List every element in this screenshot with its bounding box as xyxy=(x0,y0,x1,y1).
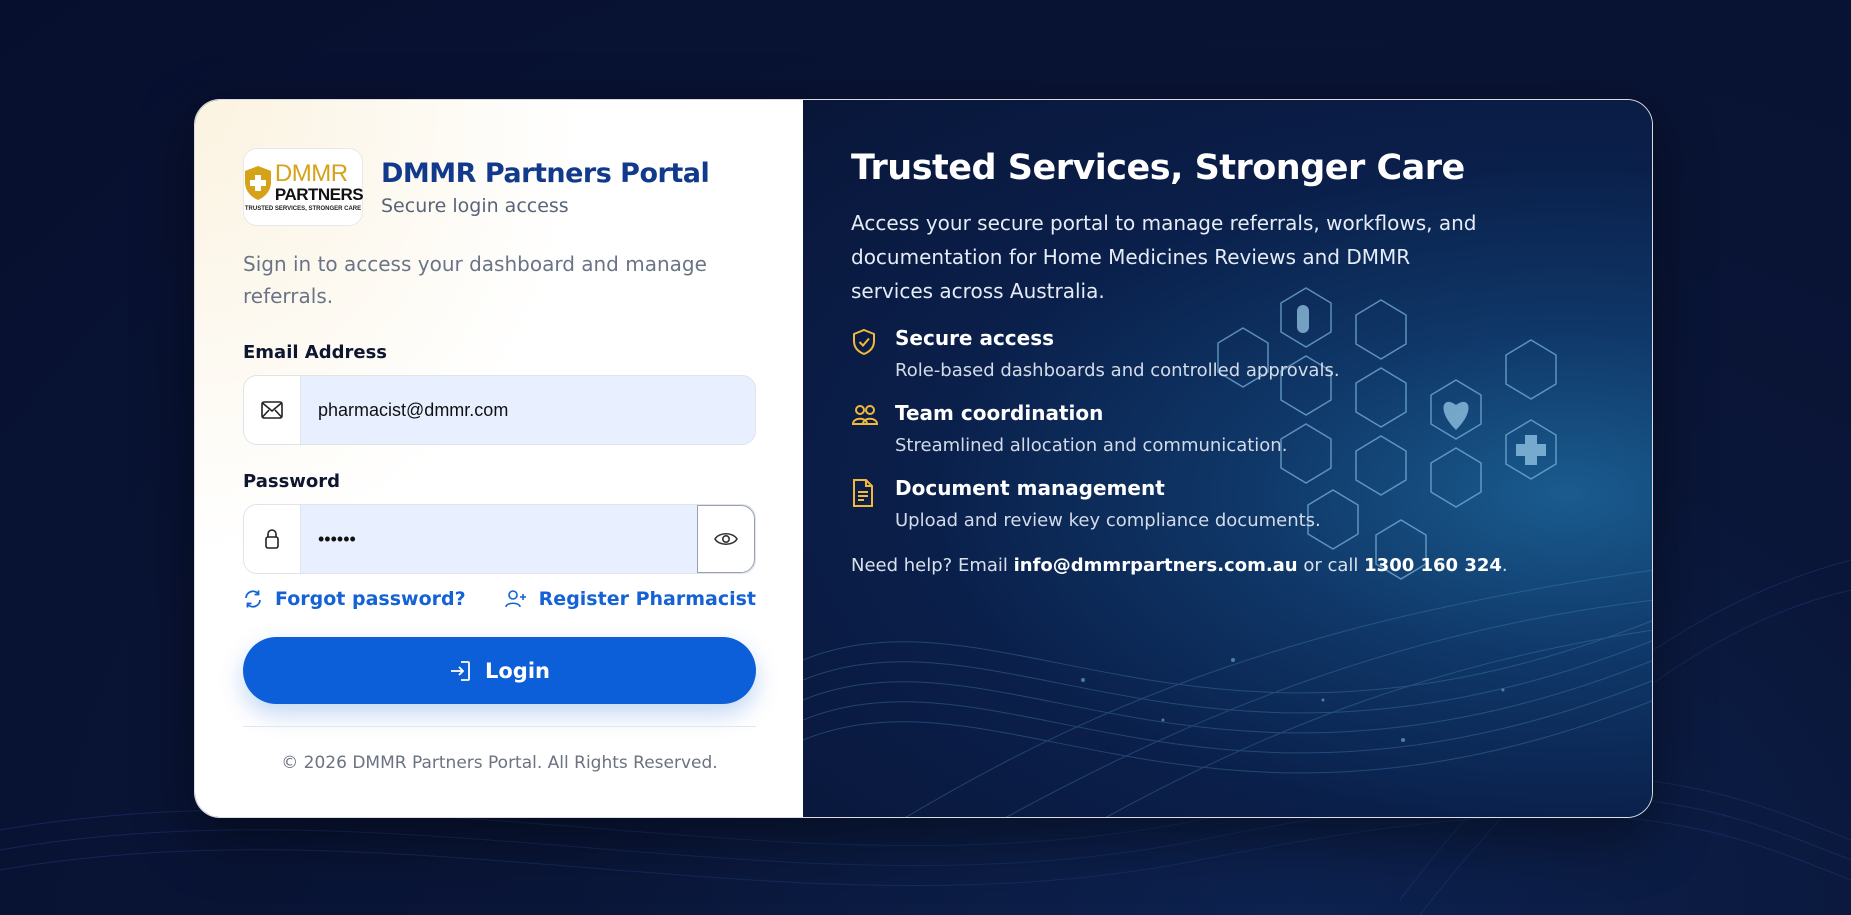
feature-description: Role-based dashboards and controlled app… xyxy=(895,360,1340,381)
feature-item: Secure access Role-based dashboards and … xyxy=(851,326,1652,381)
login-button-label: Login xyxy=(485,658,550,683)
logo-word-bottom: PARTNERS xyxy=(274,185,364,204)
feature-description: Streamlined allocation and communication… xyxy=(895,435,1288,456)
portal-subtitle: Secure login access xyxy=(381,194,569,217)
team-icon xyxy=(851,405,879,425)
feature-description: Upload and review key compliance documen… xyxy=(895,510,1321,531)
password-label: Password xyxy=(243,471,341,492)
hero-description: Access your secure portal to manage refe… xyxy=(851,211,1477,303)
email-field-group xyxy=(243,375,756,445)
hero-title: Trusted Services, Stronger Care xyxy=(851,148,1465,188)
copyright-text: © 2026 DMMR Partners Portal. All Rights … xyxy=(281,753,718,773)
forgot-password-link[interactable]: Forgot password? xyxy=(243,588,466,610)
password-input[interactable] xyxy=(301,505,697,573)
toggle-password-visibility-button[interactable] xyxy=(697,505,755,573)
sign-in-icon xyxy=(451,660,470,681)
refresh-icon xyxy=(245,590,261,608)
feature-title: Secure access xyxy=(895,326,1055,350)
help-middle: or call xyxy=(1297,555,1365,576)
logo-tagline: TRUSTED SERVICES, STRONGER CARE xyxy=(244,206,362,212)
eye-icon xyxy=(714,532,738,546)
user-plus-icon xyxy=(504,590,526,608)
help-phone-link[interactable]: 1300 160 324 xyxy=(1364,555,1502,576)
divider xyxy=(243,726,756,727)
email-label: Email Address xyxy=(243,342,388,363)
help-email-link[interactable]: info@dmmrpartners.com.au xyxy=(1014,555,1298,576)
feature-item: Document management Upload and review ke… xyxy=(851,476,1652,531)
envelope-icon xyxy=(244,376,301,444)
document-icon xyxy=(853,479,873,507)
feature-title: Document management xyxy=(895,476,1165,500)
lock-icon xyxy=(244,505,301,573)
login-links: Forgot password? Register Pharmacist xyxy=(243,588,756,610)
shield-plus-icon xyxy=(244,165,271,200)
portal-title: DMMR Partners Portal xyxy=(381,157,710,189)
email-input[interactable] xyxy=(301,376,755,444)
hero-panel: Trusted Services, Stronger Care Access y… xyxy=(803,100,1652,817)
feature-title: Team coordination xyxy=(895,401,1104,425)
login-button[interactable]: Login xyxy=(243,637,756,704)
company-logo: DMMR PARTNERS TRUSTED SERVICES, STRONGER… xyxy=(243,148,364,226)
feature-list: Secure access Role-based dashboards and … xyxy=(851,326,1652,531)
register-pharmacist-label: Register Pharmacist xyxy=(538,588,756,610)
logo-word-top: DMMR xyxy=(274,160,348,187)
shield-check-icon xyxy=(853,328,875,356)
login-card: DMMR PARTNERS TRUSTED SERVICES, STRONGER… xyxy=(194,99,1653,818)
feature-item: Team coordination Streamlined allocation… xyxy=(851,401,1652,456)
help-prefix: Need help? Email xyxy=(851,555,1014,576)
help-text: Need help? Email info@dmmrpartners.com.a… xyxy=(851,555,1652,576)
login-panel: DMMR PARTNERS TRUSTED SERVICES, STRONGER… xyxy=(195,100,803,817)
help-suffix: . xyxy=(1501,555,1508,576)
register-pharmacist-link[interactable]: Register Pharmacist xyxy=(504,588,756,610)
password-field-group xyxy=(243,504,756,574)
login-intro-text: Sign in to access your dashboard and man… xyxy=(243,252,707,308)
brand-header: DMMR PARTNERS TRUSTED SERVICES, STRONGER… xyxy=(243,148,755,226)
forgot-password-label: Forgot password? xyxy=(275,588,466,610)
